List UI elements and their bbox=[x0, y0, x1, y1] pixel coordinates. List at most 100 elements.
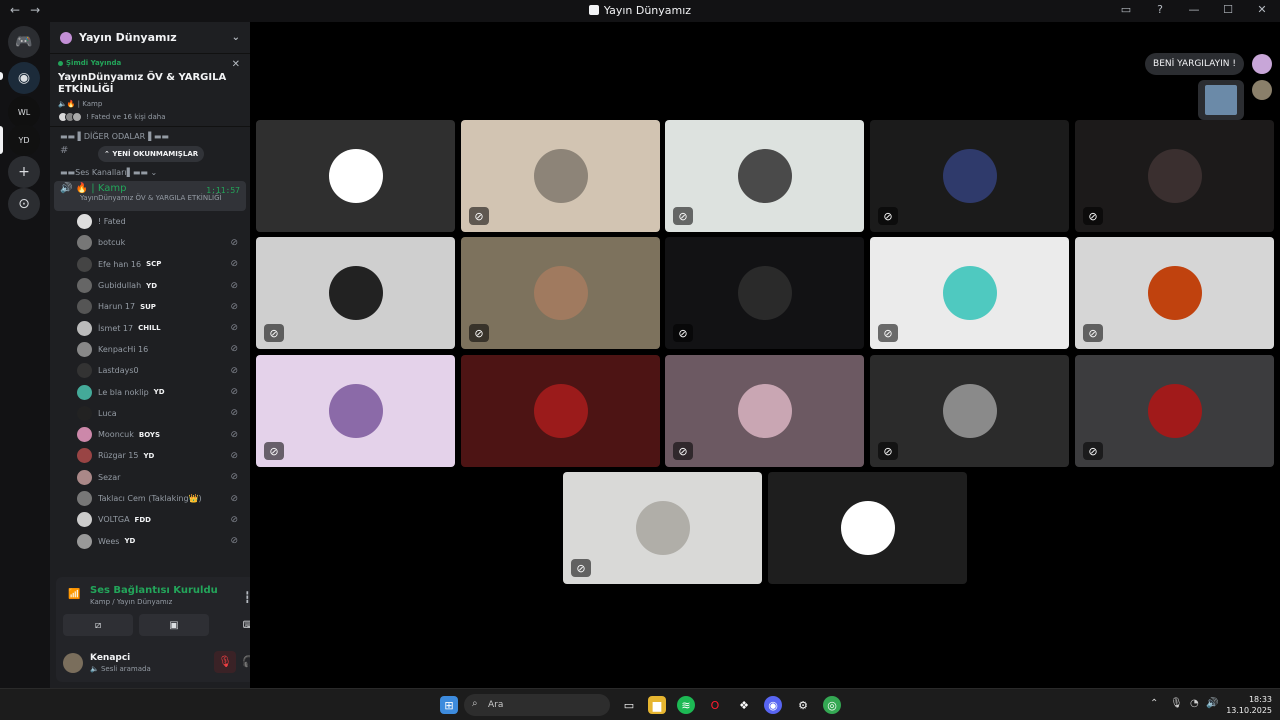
voice-member[interactable]: Sezar ⊘ bbox=[50, 467, 250, 488]
member-name: Efe han 16 bbox=[98, 259, 142, 269]
voice-member[interactable]: Taklacı Cem (Taklaking👑) ⊘ bbox=[50, 488, 250, 509]
avatar bbox=[77, 448, 92, 464]
server-icon[interactable]: ◉ bbox=[8, 62, 40, 94]
mic-muted-icon: ⊘ bbox=[469, 207, 489, 225]
file-explorer-icon[interactable]: ▆ bbox=[648, 696, 666, 714]
mic-muted-icon: ⊘ bbox=[571, 559, 591, 577]
avatar bbox=[77, 214, 92, 230]
judge-me-badge[interactable]: BENİ YARGILAYIN ! bbox=[1145, 53, 1244, 75]
chevron-up-icon[interactable]: ⌃ bbox=[1150, 698, 1158, 709]
user-name[interactable]: Kenapci bbox=[90, 653, 130, 663]
server-avatar bbox=[60, 31, 72, 44]
avatar[interactable] bbox=[1252, 54, 1272, 74]
inbox-icon[interactable]: ▭ bbox=[1118, 3, 1134, 16]
participant-tile[interactable] bbox=[461, 355, 660, 467]
voice-channel-kamp[interactable]: 🔊 🔥 | Kamp 1:11:57 YayınDünyamız ÖV & YA… bbox=[54, 181, 246, 211]
avatar bbox=[1147, 266, 1202, 320]
add-server-icon[interactable]: + bbox=[8, 156, 40, 188]
voice-member[interactable]: İsmet 17 CHILL ⊘ bbox=[50, 317, 250, 338]
headphones-icon[interactable]: 🎧 bbox=[242, 655, 250, 668]
maximize-button[interactable]: ☐ bbox=[1220, 3, 1236, 16]
chrome-icon[interactable]: ◎ bbox=[823, 696, 841, 714]
server-header[interactable]: Yayın Dünyamız ⌄ bbox=[50, 22, 250, 54]
connection-status[interactable]: Ses Bağlantısı Kuruldu bbox=[90, 585, 218, 596]
participant-tile[interactable] bbox=[768, 472, 967, 584]
discord-icon[interactable]: ◉ bbox=[764, 696, 782, 714]
unread-button[interactable]: ⌃ YENİ OKUNMAMIŞLAR bbox=[98, 146, 205, 162]
help-icon[interactable]: ? bbox=[1152, 3, 1168, 16]
app-icon[interactable]: ❖ bbox=[735, 696, 753, 714]
mic-muted-icon: ⊘ bbox=[230, 344, 238, 355]
mic-muted-icon: ⊘ bbox=[230, 450, 238, 461]
participant-tile[interactable]: ⊘ bbox=[665, 120, 864, 232]
voice-member[interactable]: Harun 17 SUP ⊘ bbox=[50, 296, 250, 317]
opera-icon[interactable]: O bbox=[706, 696, 724, 714]
voice-member[interactable]: botcuk ⊘ bbox=[50, 232, 250, 253]
participant-tile[interactable]: ⊘ bbox=[461, 237, 660, 349]
member-name: Sezar bbox=[98, 472, 121, 482]
participant-tile[interactable]: ⊘ bbox=[461, 120, 660, 232]
discord-home-icon[interactable]: 🎮 bbox=[8, 26, 40, 58]
avatar[interactable] bbox=[63, 653, 83, 673]
windows-start-icon[interactable]: ⊞ bbox=[440, 696, 458, 714]
participant-tile[interactable]: ⊘ bbox=[665, 237, 864, 349]
voice-member[interactable]: Rüzgar 15 YD ⊘ bbox=[50, 445, 250, 466]
mic-muted-icon: ⊘ bbox=[230, 365, 238, 376]
voice-member[interactable]: KenpacHi 16 ⊘ bbox=[50, 339, 250, 360]
close-button[interactable]: ✕ bbox=[1254, 3, 1270, 16]
stream-preview[interactable] bbox=[1198, 80, 1244, 120]
participant-tile[interactable]: ⊘ bbox=[256, 237, 455, 349]
microphone-icon[interactable]: 🎙 bbox=[1170, 698, 1183, 709]
mic-muted-icon: ⊘ bbox=[230, 493, 238, 504]
camera-off-icon: ⧄ bbox=[94, 619, 102, 631]
voice-member[interactable]: Gubidullah YD ⊘ bbox=[50, 275, 250, 296]
spotify-icon[interactable]: ≋ bbox=[677, 696, 695, 714]
clock[interactable]: 18:33 13.10.2025 bbox=[1226, 694, 1272, 716]
signal-icon: 📶 bbox=[68, 589, 81, 600]
close-icon[interactable]: ✕ bbox=[232, 59, 240, 70]
participant-tile[interactable]: ⊘ bbox=[870, 237, 1069, 349]
wifi-icon[interactable]: ◔ bbox=[1190, 698, 1199, 709]
volume-icon[interactable]: 🔊 bbox=[1206, 698, 1218, 709]
voice-member[interactable]: Luca ⊘ bbox=[50, 403, 250, 424]
participant-tile[interactable]: ⊘ bbox=[870, 355, 1069, 467]
voice-member[interactable]: Mooncuk BOYS ⊘ bbox=[50, 424, 250, 445]
voice-member[interactable]: Le bla noklip YD ⊘ bbox=[50, 381, 250, 402]
member-name: Gubidullah bbox=[98, 281, 142, 291]
channel-sidebar: Yayın Dünyamız ⌄ Şimdi Yayında ✕ YayınDü… bbox=[50, 22, 250, 688]
participant-tile[interactable]: ⊘ bbox=[665, 355, 864, 467]
event-card[interactable]: Şimdi Yayında ✕ YayınDünyamız ÖV & YARGI… bbox=[50, 54, 250, 127]
discover-icon[interactable]: ⊙ bbox=[8, 188, 40, 220]
user-status: 🔈 Sesli aramada bbox=[90, 665, 151, 673]
gamepad-icon: ⌨ bbox=[243, 620, 250, 631]
minimize-button[interactable]: — bbox=[1186, 3, 1202, 16]
participant-tile[interactable]: ⊘ bbox=[563, 472, 762, 584]
category-other[interactable]: ▬▬ ▌ DİĞER ODALAR ▐ ▬▬ bbox=[50, 127, 250, 145]
connection-location[interactable]: Kamp / Yayın Dünyamız bbox=[90, 598, 172, 606]
camera-button[interactable]: ⧄ bbox=[63, 614, 133, 636]
voice-member[interactable]: Wees YD ⊘ bbox=[50, 530, 250, 551]
participant-tile[interactable]: ⊘ bbox=[1075, 237, 1274, 349]
chevron-down-icon[interactable]: ⌄ bbox=[232, 32, 240, 43]
avatar bbox=[328, 266, 383, 320]
participant-tile[interactable]: ⊘ bbox=[256, 355, 455, 467]
participant-tile[interactable]: ⊘ bbox=[1075, 120, 1274, 232]
activity-button[interactable]: ⌨ bbox=[215, 614, 250, 636]
participant-tile[interactable]: ⊘ bbox=[870, 120, 1069, 232]
search-input[interactable]: ⌕ Ara bbox=[464, 694, 610, 716]
server-icon[interactable]: YD bbox=[8, 124, 40, 156]
voice-member[interactable]: Efe han 16 SCP ⊘ bbox=[50, 254, 250, 275]
participant-tile[interactable]: ⊘ bbox=[1075, 355, 1274, 467]
task-view-icon[interactable]: ▭ bbox=[620, 696, 638, 714]
screen-share-icon: ▣ bbox=[169, 619, 179, 631]
steam-icon[interactable]: ⚙ bbox=[794, 696, 812, 714]
avatar bbox=[1147, 384, 1202, 438]
avatar[interactable] bbox=[1252, 80, 1272, 100]
screen-share-button[interactable]: ▣ bbox=[139, 614, 209, 636]
participant-tile[interactable] bbox=[256, 120, 455, 232]
mic-muted-icon[interactable]: 🎙 bbox=[214, 651, 236, 673]
voice-member[interactable]: ! Fated bbox=[50, 211, 250, 232]
voice-member[interactable]: Lastdays0 ⊘ bbox=[50, 360, 250, 381]
category-voice[interactable]: ▬▬ Ses Kanalları ▌▬▬ ⌄ bbox=[50, 163, 250, 181]
voice-member[interactable]: VOLTGA FDD ⊘ bbox=[50, 509, 250, 530]
